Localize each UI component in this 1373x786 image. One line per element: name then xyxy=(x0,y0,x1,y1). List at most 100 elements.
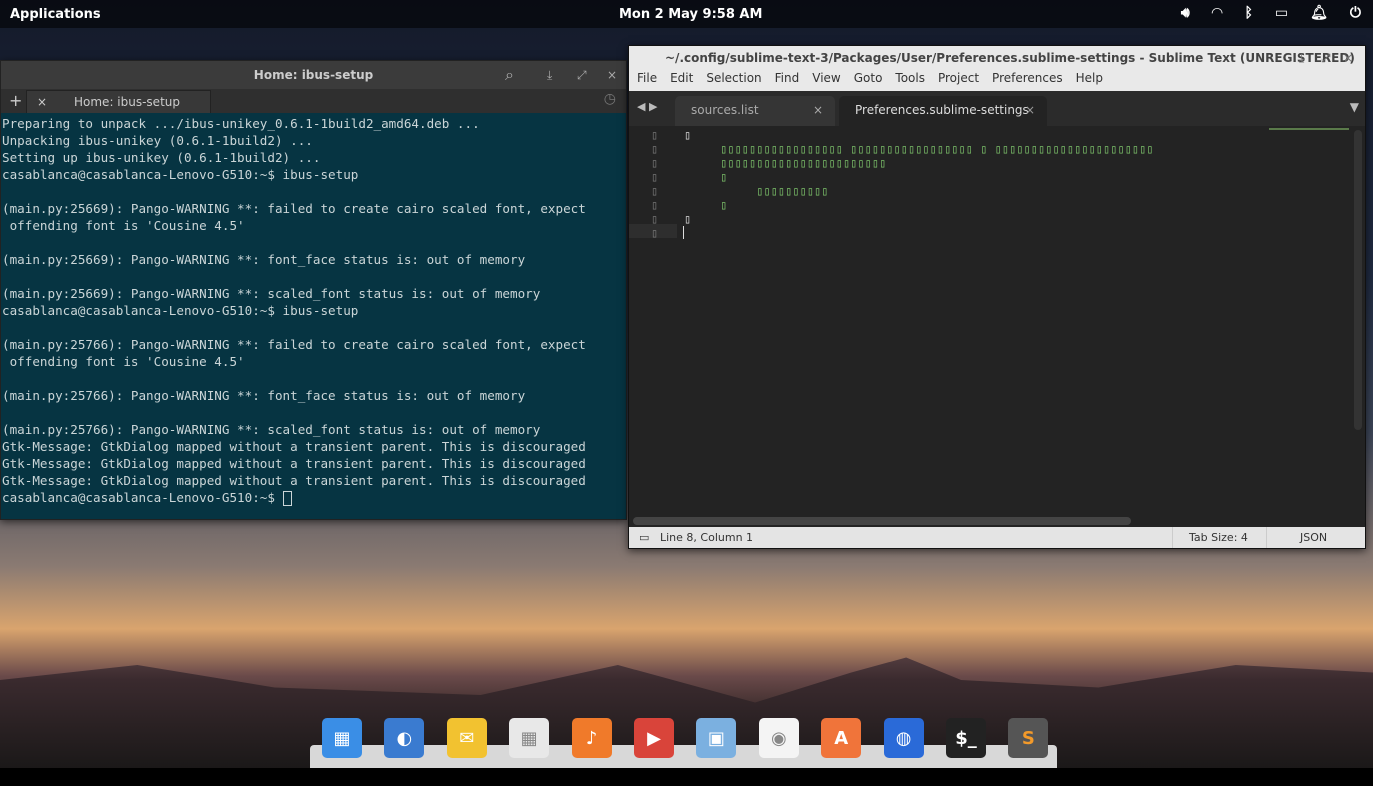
line-number: ▯ xyxy=(651,128,659,142)
minimize-icon[interactable]: ⤓ xyxy=(1299,46,1304,71)
power-icon[interactable]: ⏻ xyxy=(1350,5,1361,21)
top-panel: Applications Mon 2 May 9:58 AM 🔊︎ ◠ ᛒ ▭ … xyxy=(0,0,1373,28)
code-line: ▯▯▯▯▯▯▯▯▯▯▯▯▯▯▯▯▯ ▯▯▯▯▯▯▯▯▯▯▯▯▯▯▯▯▯ ▯ ▯▯… xyxy=(684,142,1154,156)
tab-preferences[interactable]: Preferences.sublime-settings × xyxy=(839,96,1047,126)
menu-file[interactable]: File xyxy=(637,71,657,91)
horizontal-scrollbar[interactable] xyxy=(633,517,1131,525)
menu-help[interactable]: Help xyxy=(1076,71,1103,91)
dock-sublime-text-icon[interactable]: S xyxy=(1008,718,1049,758)
dock-photos-icon[interactable]: ▣ xyxy=(696,718,737,758)
terminal-tabbar: + × Home: ibus-setup ◷ xyxy=(1,89,626,113)
tab-nav-arrows-icon[interactable]: ◀ ▶ xyxy=(637,100,657,113)
menu-project[interactable]: Project xyxy=(938,71,979,91)
tab-label: sources.list xyxy=(691,103,759,117)
cursor-position: Line 8, Column 1 xyxy=(660,531,754,544)
dock-firefox-icon[interactable]: ◍ xyxy=(883,718,924,758)
volume-icon[interactable]: 🔊︎ xyxy=(1181,5,1190,21)
terminal-line: Setting up ibus-unikey (0.6.1-1build2) .… xyxy=(2,150,321,165)
line-number: ▯ xyxy=(651,198,659,212)
code-line: ▯ xyxy=(684,128,692,142)
terminal-line: (main.py:25766): Pango-WARNING **: font_… xyxy=(2,388,526,403)
menu-edit[interactable]: Edit xyxy=(670,71,693,91)
syntax[interactable]: JSON xyxy=(1266,527,1367,548)
notifications-icon[interactable]: 🔔︎ xyxy=(1310,5,1328,21)
terminal-line: (main.py:25669): Pango-WARNING **: faile… xyxy=(2,201,586,216)
panel-toggle-icon[interactable]: ▭ xyxy=(639,527,649,548)
code-line: ▯ xyxy=(684,198,728,212)
code-line: ▯▯▯▯▯▯▯▯▯▯ xyxy=(684,184,829,198)
close-tab-icon[interactable]: × xyxy=(37,91,47,113)
terminal-line: offending font is 'Cousine 4.5' xyxy=(2,218,245,233)
terminal-line: Gtk-Message: GtkDialog mapped without a … xyxy=(2,439,586,454)
tab-size[interactable]: Tab Size: 4 xyxy=(1172,527,1248,548)
dock-music-icon[interactable]: ♪ xyxy=(571,718,612,758)
sublime-titlebar: ~/.config/sublime-text-3/Packages/User/P… xyxy=(629,46,1365,71)
maximize-icon[interactable]: ⤢ xyxy=(1321,46,1331,71)
dock-calendar-icon[interactable]: ▦ xyxy=(509,718,550,758)
dock-web-browser-icon[interactable]: ◐ xyxy=(384,718,425,758)
new-tab-icon[interactable]: + xyxy=(9,91,22,110)
terminal-line: Gtk-Message: GtkDialog mapped without a … xyxy=(2,456,586,471)
window-title: ~/.config/sublime-text-3/Packages/User/P… xyxy=(665,51,1355,65)
tab-label: Home: ibus-setup xyxy=(74,95,180,109)
code-line: ▯▯▯▯▯▯▯▯▯▯▯▯▯▯▯▯▯▯▯▯▯▯▯ xyxy=(684,156,887,170)
menu-tools[interactable]: Tools xyxy=(895,71,925,91)
history-icon[interactable]: ◷ xyxy=(604,91,616,107)
clock[interactable]: Mon 2 May 9:58 AM xyxy=(619,7,762,22)
search-icon[interactable]: ⌕ xyxy=(505,61,514,89)
terminal-titlebar: Home: ibus-setup ⌕ ⤓ ⤢ × xyxy=(1,61,626,89)
terminal-line: offending font is 'Cousine 4.5' xyxy=(2,354,245,369)
window-title: Home: ibus-setup xyxy=(253,68,374,82)
menu-find[interactable]: Find xyxy=(775,71,800,91)
code-line: ▯ xyxy=(684,212,692,226)
terminal-cursor xyxy=(282,491,292,506)
dock-terminal-icon[interactable]: $_ xyxy=(946,718,986,758)
terminal-output[interactable]: Preparing to unpack .../ibus-unikey_0.6.… xyxy=(1,113,626,506)
dock-videos-icon[interactable]: ▶ xyxy=(634,718,674,758)
code-line: ▯ xyxy=(684,170,728,184)
menu-goto[interactable]: Goto xyxy=(854,71,883,91)
screen-bottom-edge xyxy=(0,768,1373,786)
terminal-line: casablanca@casablanca-Lenovo-G510:~$ ibu… xyxy=(2,303,359,318)
minimap[interactable] xyxy=(1269,128,1349,136)
terminal-prompt-line: casablanca@casablanca-Lenovo-G510:~$ xyxy=(2,489,626,506)
tab-list-dropdown-icon[interactable]: ▼ xyxy=(1350,100,1359,114)
dock-mail-icon[interactable]: ✉ xyxy=(446,718,487,758)
battery-icon[interactable]: ▭ xyxy=(1275,5,1288,21)
terminal-line: (main.py:25766): Pango-WARNING **: faile… xyxy=(2,337,586,352)
prompt: casablanca@casablanca-Lenovo-G510:~$ xyxy=(2,490,283,505)
wifi-icon[interactable]: ◠ xyxy=(1212,5,1223,21)
terminal-line: Preparing to unpack .../ibus-unikey_0.6.… xyxy=(2,116,480,131)
tab-sources-list[interactable]: sources.list × xyxy=(675,96,835,126)
terminal-line: (main.py:25669): Pango-WARNING **: scale… xyxy=(2,286,541,301)
minimize-icon[interactable]: ⤓ xyxy=(547,61,552,89)
tab-label: Preferences.sublime-settings xyxy=(855,103,1029,117)
terminal-tab[interactable]: × Home: ibus-setup xyxy=(26,90,211,113)
maximize-icon[interactable]: ⤢ xyxy=(577,61,587,89)
dock-multitasking-view-icon[interactable]: ▦ xyxy=(322,718,362,758)
status-bar: ▭ Line 8, Column 1 Tab Size: 4 JSON xyxy=(629,527,1365,548)
close-icon[interactable]: × xyxy=(1343,46,1353,71)
close-tab-icon[interactable]: × xyxy=(813,96,823,124)
applications-menu[interactable]: Applications xyxy=(10,7,101,22)
bluetooth-icon[interactable]: ᛒ xyxy=(1245,5,1253,21)
line-number: ▯ xyxy=(651,156,659,170)
text-cursor xyxy=(683,226,684,239)
line-number: ▯ xyxy=(651,184,659,198)
close-icon[interactable]: × xyxy=(607,61,617,89)
menu-preferences[interactable]: Preferences xyxy=(992,71,1063,91)
dock-system-settings-icon[interactable]: ◉ xyxy=(758,718,799,758)
editor-tabbar: ◀ ▶ sources.list × Preferences.sublime-s… xyxy=(629,91,1365,126)
menu-view[interactable]: View xyxy=(812,71,840,91)
code-editor[interactable]: ▯ ▯ ▯ ▯▯▯▯▯▯▯▯▯▯▯▯▯▯▯▯▯ ▯▯▯▯▯▯▯▯▯▯▯▯▯▯▯▯▯ … xyxy=(629,126,1365,529)
dock-app-center-icon[interactable]: A xyxy=(821,718,862,758)
menu-selection[interactable]: Selection xyxy=(706,71,761,91)
vertical-scrollbar[interactable] xyxy=(1354,130,1362,430)
close-tab-icon[interactable]: × xyxy=(1025,96,1035,124)
